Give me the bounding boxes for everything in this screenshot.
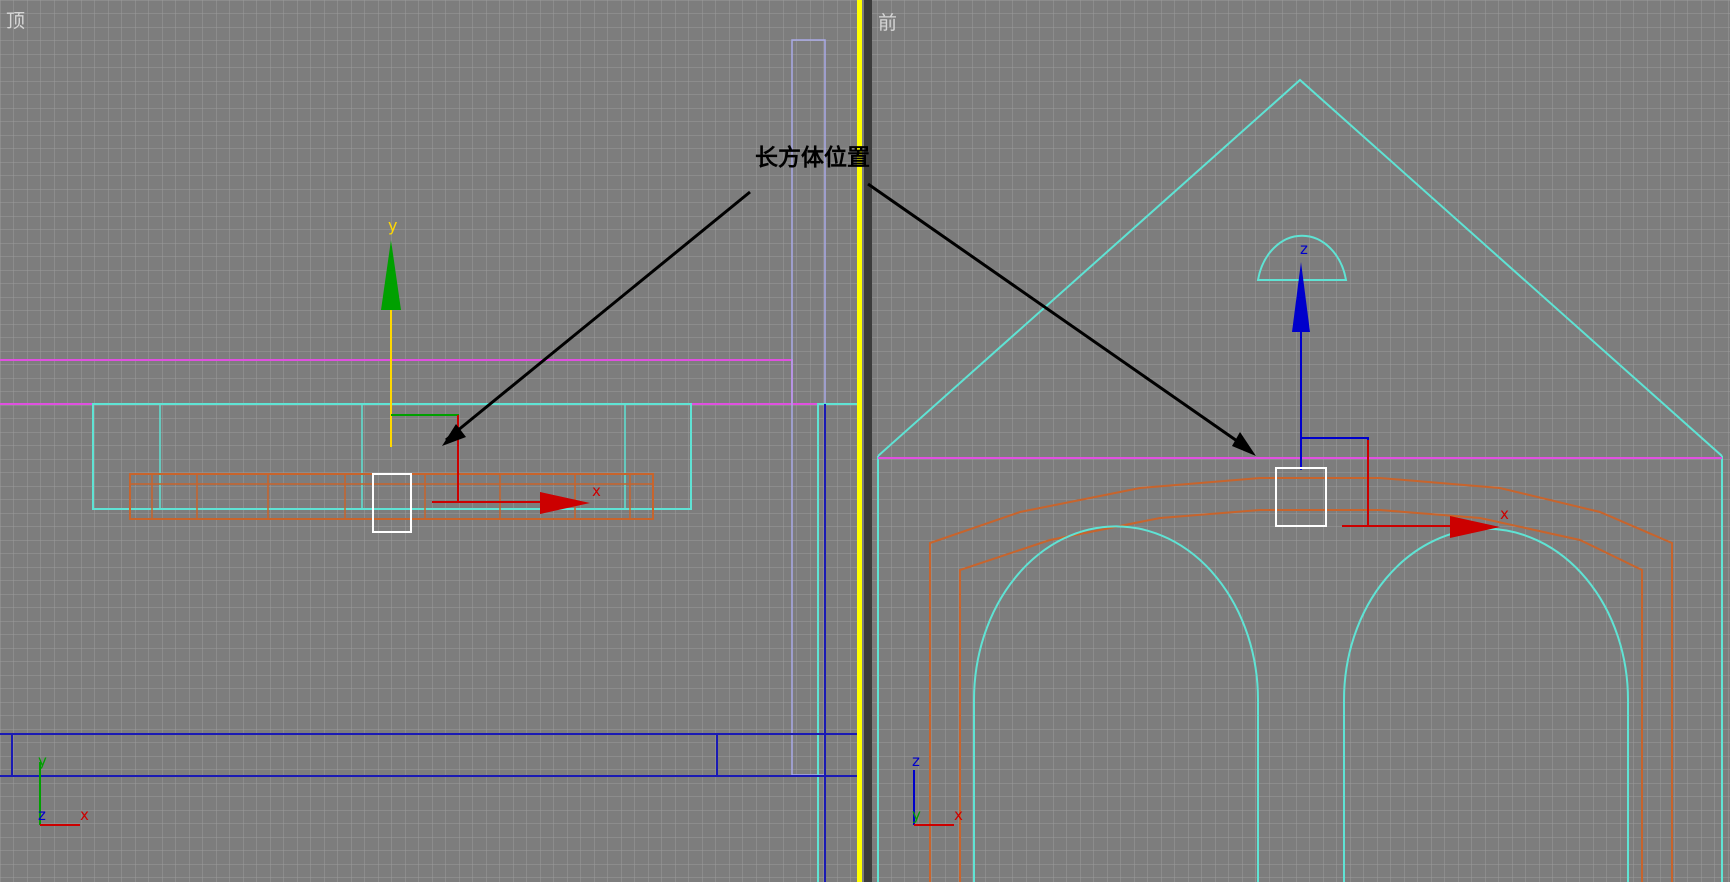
front-gizmo-z-label: z [1300, 240, 1308, 258]
annotation-label: 长方体位置 [755, 145, 870, 171]
front-gizmo-x-label: x [1500, 505, 1509, 523]
front-tripod-z-label: z [912, 752, 920, 770]
front-viewport-label[interactable]: 前 [878, 8, 897, 35]
top-gizmo-y-label: y [388, 216, 398, 235]
top-tripod-z-label: z [38, 806, 46, 824]
front-tripod-x-label: x [954, 806, 963, 824]
front-tripod-y-label: y [912, 806, 921, 824]
active-viewport-border [857, 0, 862, 882]
top-gizmo-x-label: x [592, 482, 601, 500]
front-viewport[interactable] [868, 0, 1730, 882]
top-tripod-x-label: x [80, 806, 89, 824]
top-viewport-label[interactable]: 顶 [6, 6, 25, 33]
top-viewport[interactable] [0, 0, 858, 882]
viewport-canvas [0, 0, 1730, 882]
viewport-divider-dark [864, 0, 872, 882]
viewport-layout: 顶 前 长方体位置 y x z x y z x z y x [0, 0, 1730, 882]
top-tripod-y-label: y [38, 752, 47, 770]
